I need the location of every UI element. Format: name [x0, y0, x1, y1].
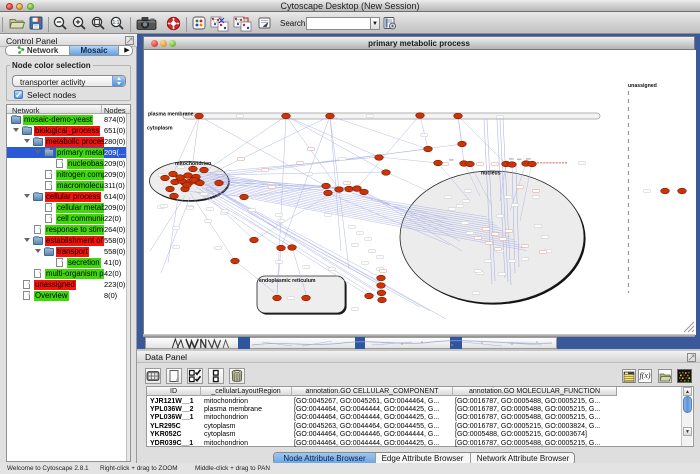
svg-text:endoplasmic reticulum: endoplasmic reticulum: [259, 278, 316, 284]
svg-text:nucleus: nucleus: [481, 171, 501, 177]
svg-text:cytoplasm: cytoplasm: [147, 126, 173, 132]
svg-text:plasma membrane: plasma membrane: [148, 112, 194, 118]
svg-text:unassigned: unassigned: [628, 83, 657, 89]
